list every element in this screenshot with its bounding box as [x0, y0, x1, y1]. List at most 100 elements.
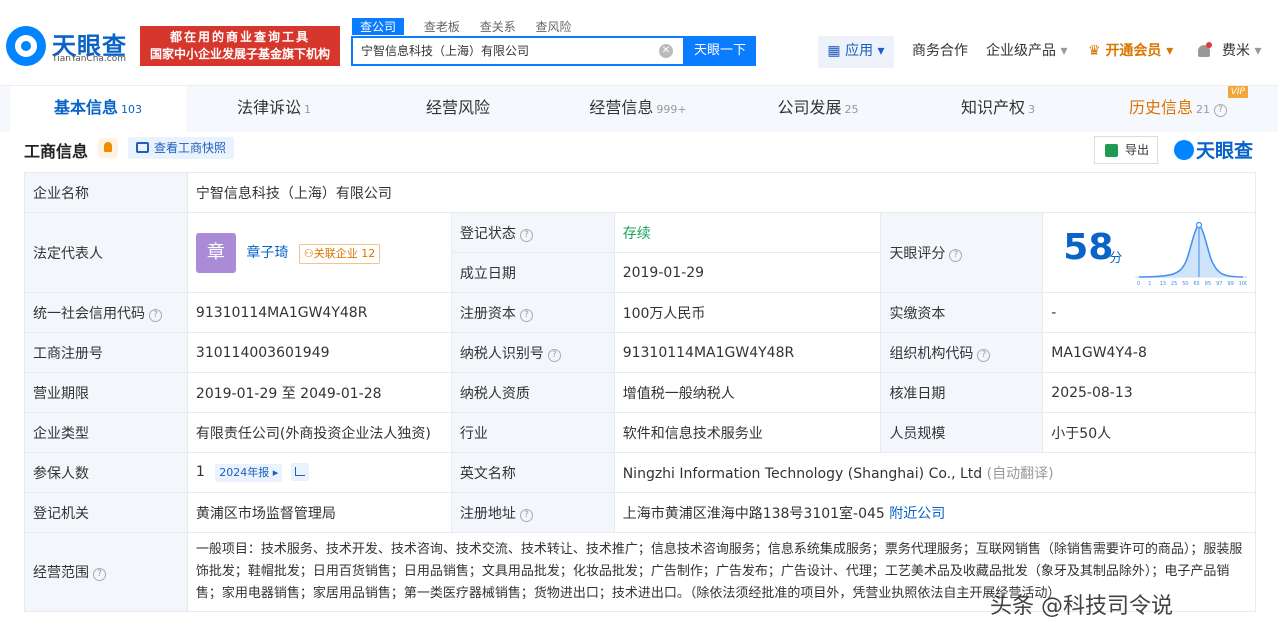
promo-banner[interactable]: 都在用的商业查询工具 国家中小企业发展子基金旗下机构: [140, 26, 340, 66]
apps-menu-button[interactable]: ▦ 应用 ▾: [818, 36, 894, 68]
banner-line-2: 国家中小企业发展子基金旗下机构: [149, 47, 330, 61]
enterprise-products-label: 企业级产品: [986, 43, 1056, 59]
tab-legal[interactable]: 法律诉讼 1: [186, 86, 362, 132]
logo-eye-icon: [6, 26, 46, 66]
search-tab-boss[interactable]: 查老板: [424, 18, 460, 35]
section-title: 工商信息: [24, 142, 89, 161]
approve-date-value: 2025-08-13: [1042, 372, 1256, 413]
excel-icon: [1105, 144, 1118, 157]
help-icon[interactable]: ?: [149, 308, 162, 322]
help-icon[interactable]: ?: [519, 308, 533, 322]
help-icon[interactable]: ?: [519, 228, 533, 242]
tax-id-label-cell: 纳税人识别号?: [450, 332, 615, 373]
annual-report-tag[interactable]: 2024年报 ▸: [215, 464, 283, 482]
search-type-tabs: 查公司 查老板 查关系 查风险: [352, 18, 588, 36]
banner-line-1: 都在用的商业查询工具: [169, 30, 310, 44]
camera-icon: [136, 142, 149, 153]
help-icon[interactable]: ?: [949, 248, 963, 262]
company-type-label: 企业类型: [24, 412, 188, 453]
help-icon[interactable]: ?: [519, 508, 533, 522]
reg-no-label: 工商注册号: [24, 332, 188, 373]
avatar[interactable]: 章: [195, 232, 236, 273]
score-value: 58: [1063, 227, 1114, 268]
legal-rep-cell: 章 章子琦 ⚇关联企业 12: [186, 212, 452, 293]
tab-history[interactable]: 历史信息 21? VIP: [1090, 86, 1266, 132]
founded-label: 成立日期: [450, 252, 615, 293]
search-input[interactable]: 宁智信息科技（上海）有限公司 ✕: [351, 36, 685, 66]
table-row: 企业名称 宁智信息科技（上海）有限公司: [24, 172, 1257, 213]
score-unit: 分: [1109, 251, 1123, 266]
monitor-bell-icon[interactable]: [98, 138, 118, 158]
staff-size-value: 小于50人: [1042, 412, 1256, 453]
score-axis-tick: 50: [1182, 281, 1188, 287]
capital-value: 100万人民币: [613, 292, 882, 333]
reg-no-value: 310114003601949: [186, 332, 452, 373]
help-icon[interactable]: ?: [93, 568, 106, 581]
insured-label: 参保人数: [24, 452, 188, 493]
score-axis-tick: 13: [1160, 281, 1166, 287]
score-distribution-chart: 0 1 13 25 50 65 85 97 99 100: [1135, 221, 1248, 287]
score-cell[interactable]: 58 分 0 1 13 25 50 65 85 97 99 100: [1042, 212, 1256, 293]
score-axis-tick: 25: [1171, 281, 1177, 287]
paid-capital-label: 实缴资本: [880, 292, 1044, 333]
score-axis-tick: 100: [1239, 281, 1247, 287]
org-code-label-cell: 组织机构代码?: [880, 332, 1044, 373]
clear-icon[interactable]: ✕: [659, 44, 673, 58]
score-axis-tick: 1: [1149, 281, 1152, 287]
english-name-value: Ningzhi Information Technology (Shanghai…: [622, 465, 983, 482]
tab-operating-info[interactable]: 经营信息 999+: [550, 86, 726, 132]
table-row: 法定代表人 章 章子琦 ⚇关联企业 12 登记状态? 存续 天眼评分? 58 分…: [24, 212, 1256, 293]
export-button[interactable]: 导出: [1094, 136, 1158, 164]
company-name-label: 企业名称: [24, 172, 188, 213]
user-name: 费米: [1222, 43, 1250, 59]
help-icon[interactable]: ?: [547, 348, 561, 362]
paid-capital-value: -: [1042, 292, 1256, 333]
business-cooperation-link[interactable]: 商务合作: [912, 36, 968, 66]
search-tab-relation[interactable]: 查关系: [480, 18, 516, 35]
score-label-cell: 天眼评分?: [880, 212, 1044, 293]
industry-value: 软件和信息技术服务业: [613, 412, 882, 453]
logo-subtext: TianYanCha.com: [52, 54, 127, 64]
table-row: 参保人数 1 2024年报 ▸ 英文名称 Ningzhi Information…: [24, 452, 1257, 493]
tab-ip[interactable]: 知识产权 3: [910, 86, 1086, 132]
scope-label-cell: 经营范围?: [24, 532, 188, 612]
vip-label: 开通会员: [1105, 43, 1162, 59]
term-value: 2019-01-29 至 2049-01-28: [186, 372, 452, 413]
business-info-table: 企业名称 宁智信息科技（上海）有限公司 法定代表人 章 章子琦 ⚇关联企业 12…: [24, 172, 1257, 612]
table-row: 登记机关 黄浦区市场监督管理局 注册地址? 上海市黄浦区淮海中路138号3101…: [24, 492, 1257, 533]
search-input-value: 宁智信息科技（上海）有限公司: [361, 44, 530, 58]
approve-date-label: 核准日期: [880, 372, 1044, 413]
status-label-cell: 登记状态?: [450, 212, 615, 253]
tab-development[interactable]: 公司发展 25: [730, 86, 906, 132]
nearby-companies-link[interactable]: 附近公司: [889, 506, 945, 522]
search-tab-company[interactable]: 查公司: [352, 18, 405, 35]
help-icon[interactable]: ?: [977, 348, 991, 362]
table-row: 企业类型 有限责任公司(外商投资企业法人独资) 行业 软件和信息技术服务业 人员…: [24, 412, 1256, 453]
tab-basic-info[interactable]: 基本信息 103: [10, 86, 186, 132]
english-name-label: 英文名称: [450, 452, 615, 493]
search-tab-risk[interactable]: 查风险: [536, 18, 572, 35]
tianyancha-logo[interactable]: 天眼查 TianYanCha.com: [6, 24, 136, 68]
user-menu[interactable]: 费米 ▾: [1222, 36, 1261, 66]
company-tabs: 基本信息 103 法律诉讼 1 经营风险 经营信息 999+ 公司发展 25 知识产权 3…: [0, 86, 1278, 132]
enterprise-products-menu[interactable]: 企业级产品 ▾: [986, 36, 1067, 66]
address-value: 上海市黄浦区淮海中路138号3101室-045: [622, 505, 885, 522]
apps-label: 应用: [845, 43, 874, 59]
authority-label: 登记机关: [24, 492, 188, 533]
industry-label: 行业: [450, 412, 615, 453]
snapshot-button[interactable]: 查看工商快照: [128, 137, 235, 159]
trend-chart-icon[interactable]: [290, 463, 309, 481]
score-axis-tick: 65: [1194, 281, 1200, 287]
related-companies-tag[interactable]: ⚇关联企业 12: [298, 243, 381, 264]
open-vip-button[interactable]: ♛ 开通会员 ▾: [1088, 36, 1173, 66]
capital-label-cell: 注册资本?: [450, 292, 615, 333]
tianyancha-watermark-logo: 天眼查: [1174, 136, 1253, 163]
search-button[interactable]: 天眼一下: [684, 36, 756, 66]
address-cell: 上海市黄浦区淮海中路138号3101室-045 附近公司: [613, 492, 1257, 533]
table-row: 工商注册号 310114003601949 纳税人识别号? 91310114MA…: [24, 332, 1256, 373]
legal-rep-name-link[interactable]: 章子琦: [246, 245, 288, 261]
relation-icon: ⚇: [303, 246, 314, 260]
tab-operating-risk[interactable]: 经营风险: [370, 86, 546, 132]
top-header: 天眼查 TianYanCha.com 都在用的商业查询工具 国家中小企业发展子基…: [0, 0, 1278, 86]
notification-bell-icon[interactable]: [1196, 42, 1212, 60]
